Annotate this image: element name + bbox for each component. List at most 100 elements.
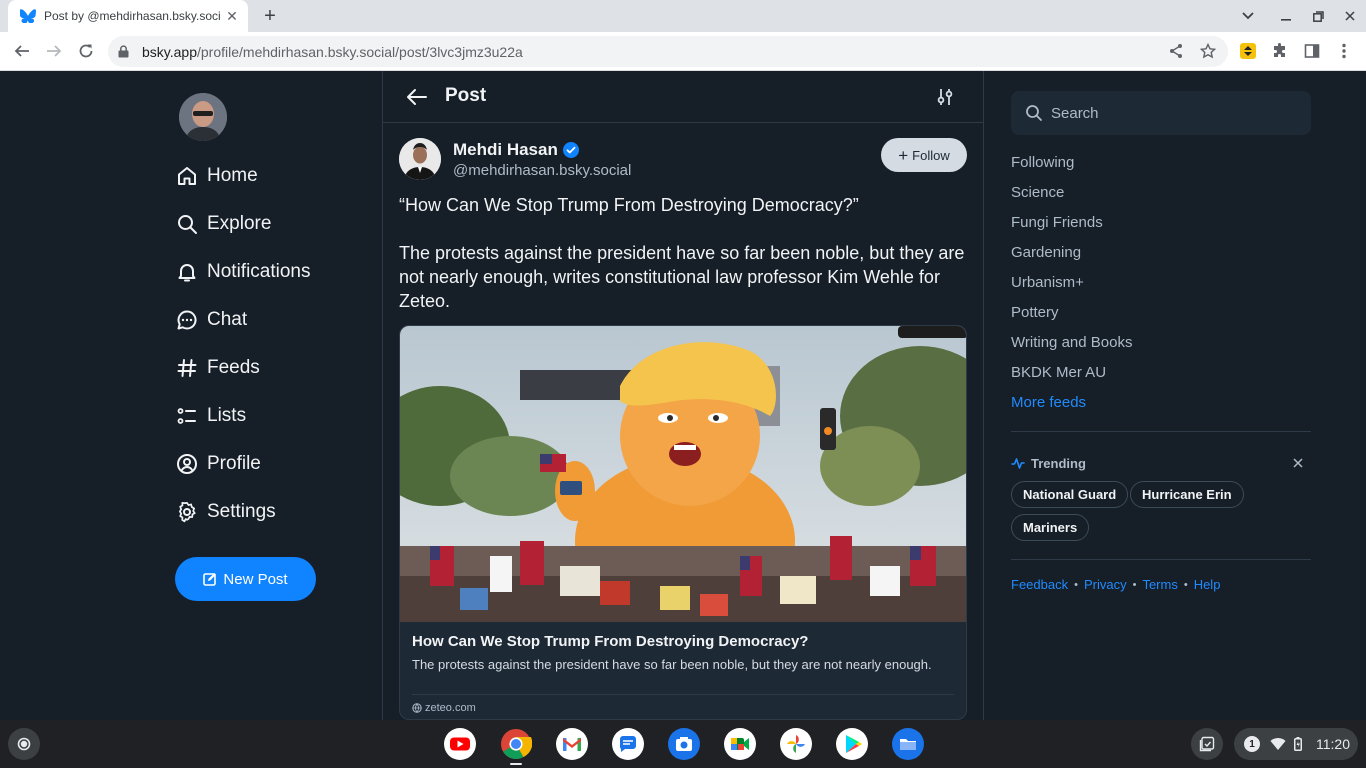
feed-link-science[interactable]: Science bbox=[1011, 184, 1064, 201]
chat-icon bbox=[175, 308, 199, 332]
help-link[interactable]: Help bbox=[1194, 577, 1221, 592]
new-post-button[interactable]: New Post bbox=[175, 557, 316, 601]
url-path: /profile/mehdirhasan.bsky.social/post/3l… bbox=[197, 43, 523, 60]
address-bar[interactable]: bsky.app/profile/mehdirhasan.bsky.social… bbox=[108, 36, 1228, 67]
post-text-line: “How Can We Stop Trump From Destroying D… bbox=[399, 195, 859, 215]
status-tray[interactable]: 1 11:20 bbox=[1234, 728, 1358, 760]
more-feeds-link[interactable]: More feeds bbox=[1011, 394, 1086, 411]
feed-link-pottery[interactable]: Pottery bbox=[1011, 304, 1059, 321]
author-name[interactable]: Mehdi Hasan bbox=[453, 140, 579, 160]
tab-title: Post by @mehdirhasan.bsky.social bbox=[44, 9, 220, 23]
nav-feeds[interactable]: Feeds bbox=[175, 348, 260, 388]
post-thread-column: Post Mehdi Hasan @mehdirhasan.bsky.socia… bbox=[382, 71, 984, 720]
compose-icon bbox=[203, 573, 217, 586]
meet-app-icon[interactable] bbox=[724, 728, 756, 760]
trending-topic-pill[interactable]: Hurricane Erin bbox=[1130, 481, 1244, 508]
feed-link-bkdk-mer-au[interactable]: BKDK Mer AU bbox=[1011, 364, 1106, 381]
bell-icon bbox=[175, 260, 199, 284]
forward-icon[interactable] bbox=[42, 39, 66, 63]
terms-link[interactable]: Terms bbox=[1142, 577, 1177, 592]
page-title: Post bbox=[445, 85, 487, 106]
nav-chat[interactable]: Chat bbox=[175, 300, 247, 340]
notification-count-badge: 1 bbox=[1244, 736, 1260, 752]
browser-tab[interactable]: Post by @mehdirhasan.bsky.social ✕ bbox=[8, 0, 248, 32]
trending-header: Trending bbox=[1011, 453, 1311, 473]
trending-label: Trending bbox=[1031, 455, 1086, 471]
minimize-icon[interactable] bbox=[1276, 6, 1296, 26]
list-icon bbox=[175, 404, 199, 428]
tab-search-icon[interactable] bbox=[1238, 6, 1258, 26]
search-input[interactable] bbox=[1051, 104, 1291, 122]
search-box[interactable] bbox=[1011, 91, 1311, 135]
messages-app-icon[interactable] bbox=[612, 728, 644, 760]
restore-icon[interactable] bbox=[1308, 6, 1328, 26]
separator-dot: • bbox=[1074, 578, 1078, 591]
privacy-link[interactable]: Privacy bbox=[1084, 577, 1127, 592]
launcher-button[interactable] bbox=[8, 728, 40, 760]
trending-topic-pill[interactable]: Mariners bbox=[1011, 514, 1090, 541]
bookmark-star-icon[interactable] bbox=[1196, 39, 1220, 63]
search-icon bbox=[175, 212, 199, 236]
nav-home[interactable]: Home bbox=[175, 156, 258, 196]
chrome-app-icon[interactable] bbox=[500, 728, 532, 760]
link-preview-card[interactable]: How Can We Stop Trump From Destroying De… bbox=[399, 325, 967, 720]
globe-icon bbox=[412, 703, 422, 713]
holding-space-icon[interactable] bbox=[1191, 728, 1223, 760]
camera-app-icon[interactable] bbox=[668, 728, 700, 760]
nav-label: Lists bbox=[207, 405, 247, 426]
nav-lists[interactable]: Lists bbox=[175, 396, 246, 436]
nav-label: Chat bbox=[207, 309, 248, 330]
separator-dot: • bbox=[1132, 578, 1137, 591]
feed-link-following[interactable]: Following bbox=[1011, 154, 1074, 171]
tab-close-icon[interactable]: ✕ bbox=[224, 8, 240, 24]
lock-icon bbox=[118, 45, 132, 59]
post-text-paragraph: The protests against the president have … bbox=[399, 243, 965, 311]
trending-pulse-icon bbox=[1011, 458, 1025, 469]
gmail-app-icon[interactable] bbox=[556, 728, 588, 760]
sidebar-divider bbox=[1011, 559, 1311, 560]
battery-icon bbox=[1294, 737, 1302, 751]
feed-link-writing-and-books[interactable]: Writing and Books bbox=[1011, 334, 1132, 351]
active-app-indicator bbox=[510, 763, 522, 765]
extension-icon[interactable] bbox=[1236, 39, 1260, 63]
author-handle[interactable]: @mehdirhasan.bsky.social bbox=[453, 162, 631, 179]
url-text: bsky.app/profile/mehdirhasan.bsky.social… bbox=[142, 44, 523, 60]
play-store-app-icon[interactable] bbox=[836, 728, 868, 760]
feed-link-urbanism[interactable]: Urbanism+ bbox=[1011, 274, 1084, 291]
new-tab-button[interactable]: + bbox=[258, 4, 282, 28]
nav-label: Home bbox=[207, 165, 258, 186]
nav-settings[interactable]: Settings bbox=[175, 492, 276, 532]
feed-link-gardening[interactable]: Gardening bbox=[1011, 244, 1081, 261]
link-domain-text: zeteo.com bbox=[425, 702, 476, 714]
user-avatar[interactable] bbox=[179, 93, 227, 141]
browser-tab-strip: Post by @mehdirhasan.bsky.social ✕ + bbox=[0, 0, 1366, 32]
trending-topic-pill[interactable]: National Guard bbox=[1011, 481, 1129, 508]
share-icon[interactable] bbox=[1164, 39, 1188, 63]
feed-link-fungi-friends[interactable]: Fungi Friends bbox=[1011, 214, 1103, 231]
follow-button[interactable]: + Follow bbox=[881, 138, 967, 172]
puzzle-icon[interactable] bbox=[1268, 39, 1292, 63]
footer-links: Feedback • Privacy • Terms • Help bbox=[1011, 577, 1220, 592]
side-panel-icon[interactable] bbox=[1300, 39, 1324, 63]
back-arrow-icon[interactable] bbox=[405, 85, 429, 109]
plus-icon: + bbox=[898, 145, 909, 165]
back-icon[interactable] bbox=[10, 39, 34, 63]
gear-icon bbox=[175, 500, 199, 524]
close-icon[interactable] bbox=[1291, 456, 1305, 470]
system-shelf: 1 11:20 bbox=[0, 720, 1366, 768]
close-window-icon[interactable] bbox=[1340, 6, 1360, 26]
feedback-link[interactable]: Feedback bbox=[1011, 577, 1068, 592]
sliders-icon[interactable] bbox=[935, 87, 955, 107]
browser-toolbar: bsky.app/profile/mehdirhasan.bsky.social… bbox=[0, 32, 1366, 71]
author-avatar[interactable] bbox=[399, 138, 441, 180]
nav-notifications[interactable]: Notifications bbox=[175, 252, 311, 292]
follow-label: Follow bbox=[912, 147, 950, 163]
nav-profile[interactable]: Profile bbox=[175, 444, 261, 484]
kebab-menu-icon[interactable] bbox=[1332, 39, 1356, 63]
reload-icon[interactable] bbox=[74, 39, 98, 63]
photos-app-icon[interactable] bbox=[780, 728, 812, 760]
files-app-icon[interactable] bbox=[892, 728, 924, 760]
youtube-app-icon[interactable] bbox=[444, 728, 476, 760]
link-preview-description: The protests against the president have … bbox=[412, 657, 932, 672]
nav-explore[interactable]: Explore bbox=[175, 204, 271, 244]
